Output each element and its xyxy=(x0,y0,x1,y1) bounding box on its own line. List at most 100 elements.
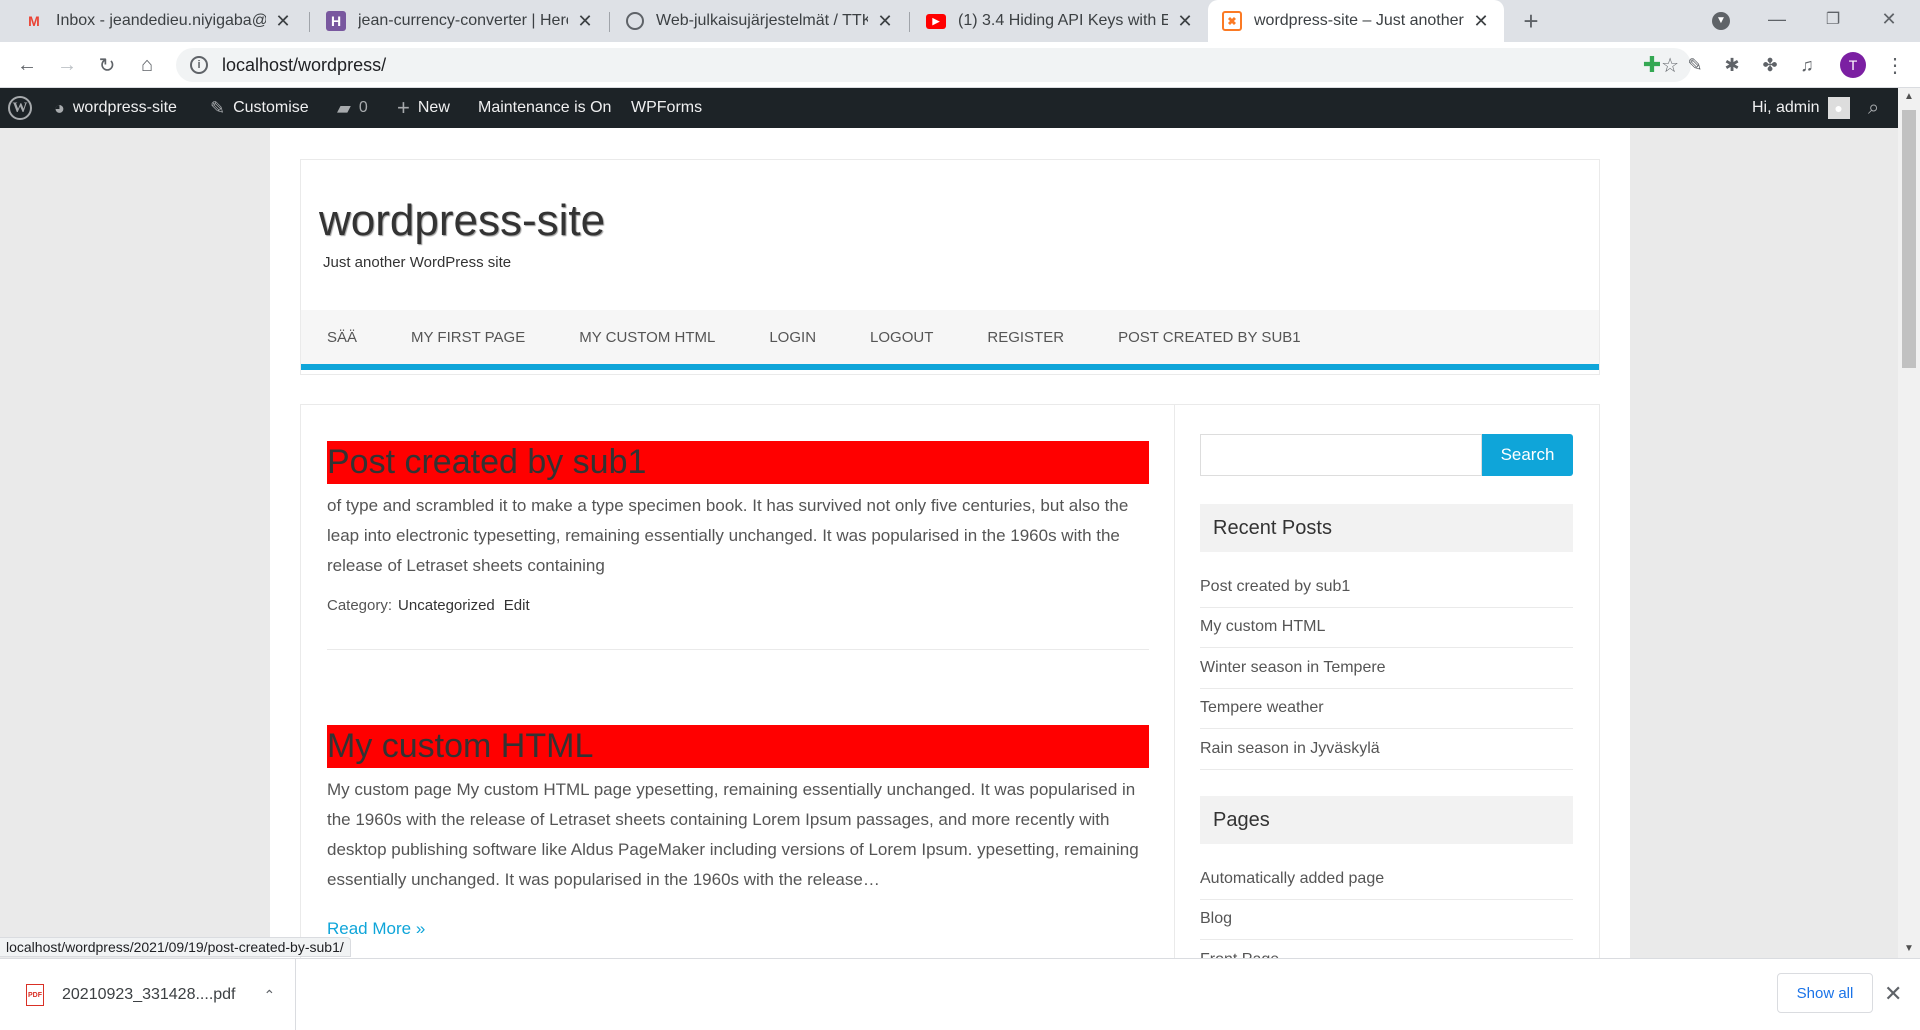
nav-item-post-created-by-sub1[interactable]: POST CREATED BY SUB1 xyxy=(1118,329,1301,346)
tab-wordpress-active[interactable]: ✖ wordpress-site – Just another Wo ✕ xyxy=(1208,0,1504,42)
tab-heroku[interactable]: H jean-currency-converter | Heroku ✕ xyxy=(312,0,608,42)
nav-item-saa[interactable]: SÄÄ xyxy=(327,329,357,346)
user-avatar-icon: ● xyxy=(1827,97,1850,119)
site-title[interactable]: wordpress-site xyxy=(319,196,605,246)
site-info-icon[interactable]: i xyxy=(190,56,208,74)
post-excerpt: My custom page My custom HTML page ypese… xyxy=(327,780,1139,889)
tab-title: Inbox - jeandedieu.niyigaba@gm xyxy=(56,12,266,29)
recent-posts-title: Recent Posts xyxy=(1200,504,1573,552)
page-link[interactable]: Blog xyxy=(1200,900,1573,940)
forward-icon[interactable]: → xyxy=(52,50,82,80)
nav-item-my-custom-html[interactable]: MY CUSTOM HTML xyxy=(579,329,715,346)
edit-link[interactable]: Edit xyxy=(504,597,530,614)
extension-plus-icon[interactable]: ✚ xyxy=(1637,50,1667,80)
nav-item-my-first-page[interactable]: MY FIRST PAGE xyxy=(411,329,525,346)
close-tab-icon[interactable]: ✕ xyxy=(274,11,292,32)
recent-post-link[interactable]: Tempere weather xyxy=(1200,689,1573,729)
plus-icon: + xyxy=(397,95,410,120)
globe-icon xyxy=(626,12,644,30)
post-excerpt: of type and scrambled it to make a type … xyxy=(327,496,1129,575)
recent-post-link[interactable]: Rain season in Jyväskylä xyxy=(1200,729,1573,770)
site-header: wordpress-site Just another WordPress si… xyxy=(300,159,1600,375)
download-item[interactable]: PDF 20210923_331428....pdf ⌃ xyxy=(0,959,296,1030)
browser-toolbar: ← → ↻ ⌂ i localhost/wordpress/ ☆ ✚ ✎ ✱ ✤… xyxy=(0,42,1920,88)
brush-icon: ✎ xyxy=(210,97,226,118)
back-icon[interactable]: ← xyxy=(12,50,42,80)
extension-bug-icon[interactable]: ✱ xyxy=(1717,50,1747,80)
xampp-icon: ✖ xyxy=(1222,11,1242,31)
admin-wpforms[interactable]: WPForms xyxy=(631,88,702,128)
close-tab-icon[interactable]: ✕ xyxy=(1472,11,1490,32)
close-tab-icon[interactable]: ✕ xyxy=(1176,11,1194,32)
pages-title: Pages xyxy=(1200,796,1573,844)
reload-icon[interactable]: ↻ xyxy=(92,50,122,80)
search-input[interactable] xyxy=(1200,434,1482,476)
sidebar-divider xyxy=(1174,405,1175,958)
site-wrapper: wordpress-site Just another WordPress si… xyxy=(270,128,1630,958)
dashboard-icon: ◕ xyxy=(54,97,65,118)
tab-separator xyxy=(909,12,910,32)
close-window-button[interactable]: ✕ xyxy=(1874,4,1904,34)
status-url-bubble: localhost/wordpress/2021/09/19/post-crea… xyxy=(0,937,351,957)
nav-item-logout[interactable]: LOGOUT xyxy=(870,329,933,346)
scrollbar-thumb[interactable] xyxy=(1902,110,1916,368)
admin-customise[interactable]: ✎ Customise xyxy=(210,88,309,128)
tab-youtube[interactable]: ▶ (1) 3.4 Hiding API Keys with Envir ✕ xyxy=(912,0,1208,42)
page-scrollbar[interactable]: ▲ ▼ xyxy=(1898,88,1920,958)
tab-web-julkaisu[interactable]: Web-julkaisujärjestelmät / TTK21 ✕ xyxy=(612,0,908,42)
scroll-down-arrow-icon[interactable]: ▼ xyxy=(1898,940,1920,958)
url-text[interactable]: localhost/wordpress/ xyxy=(222,55,386,76)
extensions-puzzle-icon[interactable]: ✤ xyxy=(1755,50,1785,80)
category-label: Category: xyxy=(327,597,393,614)
admin-new[interactable]: + New xyxy=(397,88,450,128)
heroku-icon: H xyxy=(326,11,346,31)
scroll-up-arrow-icon[interactable]: ▲ xyxy=(1898,88,1920,106)
download-filename: 20210923_331428....pdf xyxy=(62,986,236,1003)
admin-search-icon[interactable]: ⌕ xyxy=(1868,88,1879,128)
admin-account[interactable]: Hi, admin ● xyxy=(1752,88,1850,128)
admin-comments[interactable]: ▰ 0 xyxy=(337,88,368,128)
youtube-icon: ▶ xyxy=(926,13,946,29)
nav-item-login[interactable]: LOGIN xyxy=(769,329,816,346)
tab-separator xyxy=(609,12,610,32)
new-tab-button[interactable]: + xyxy=(1516,6,1546,36)
wp-admin-bar: W ◕ wordpress-site ✎ Customise ▰ 0 + New… xyxy=(0,88,1898,128)
post-title[interactable]: Post created by sub1 xyxy=(327,441,1149,484)
restore-button[interactable]: ❐ xyxy=(1818,4,1848,34)
media-queue-icon[interactable]: ♫ xyxy=(1792,50,1822,80)
search-button[interactable]: Search xyxy=(1482,434,1573,476)
extension-eyedropper-icon[interactable]: ✎ xyxy=(1680,50,1710,80)
chevron-up-icon[interactable]: ⌃ xyxy=(264,987,276,1004)
admin-site-name[interactable]: ◕ wordpress-site xyxy=(54,88,177,128)
tab-title: jean-currency-converter | Heroku xyxy=(358,12,568,29)
address-bar[interactable]: i localhost/wordpress/ ☆ xyxy=(176,48,1691,82)
wordpress-logo-icon[interactable]: W xyxy=(8,88,36,128)
recent-post-link[interactable]: Winter season in Tempere xyxy=(1200,648,1573,689)
post-title[interactable]: My custom HTML xyxy=(327,725,1149,768)
pdf-file-icon: PDF xyxy=(26,984,44,1006)
minimize-button[interactable]: — xyxy=(1762,4,1792,34)
read-more-link[interactable]: Read More » xyxy=(327,919,425,939)
tab-title: (1) 3.4 Hiding API Keys with Envir xyxy=(958,12,1168,29)
tab-title: Web-julkaisujärjestelmät / TTK21 xyxy=(656,12,868,29)
tab-separator xyxy=(309,12,310,32)
recent-post-link[interactable]: Post created by sub1 xyxy=(1200,567,1573,608)
close-tab-icon[interactable]: ✕ xyxy=(876,11,894,32)
close-icon[interactable]: ✕ xyxy=(1884,981,1902,1007)
close-tab-icon[interactable]: ✕ xyxy=(576,11,594,32)
admin-maintenance[interactable]: Maintenance is On xyxy=(478,88,611,128)
tab-gmail[interactable]: M Inbox - jeandedieu.niyigaba@gm ✕ xyxy=(10,0,306,42)
recent-post-link[interactable]: My custom HTML xyxy=(1200,608,1573,648)
menu-kebab-icon[interactable]: ⋮ xyxy=(1880,50,1910,80)
page-link[interactable]: Automatically added page xyxy=(1200,859,1573,900)
content-area: Post created by sub1 of type and scrambl… xyxy=(300,404,1600,958)
site-tagline: Just another WordPress site xyxy=(323,254,512,271)
show-all-button[interactable]: Show all xyxy=(1777,973,1873,1013)
category-link[interactable]: Uncategorized xyxy=(398,597,495,614)
profile-avatar[interactable]: T xyxy=(1838,50,1868,80)
nav-item-register[interactable]: REGISTER xyxy=(987,329,1064,346)
home-icon[interactable]: ⌂ xyxy=(132,50,162,80)
tab-search-icon[interactable]: ▼ xyxy=(1706,6,1736,36)
page-link[interactable]: Front Page xyxy=(1200,940,1573,958)
page-viewport: wordpress-site Just another WordPress si… xyxy=(0,128,1898,958)
